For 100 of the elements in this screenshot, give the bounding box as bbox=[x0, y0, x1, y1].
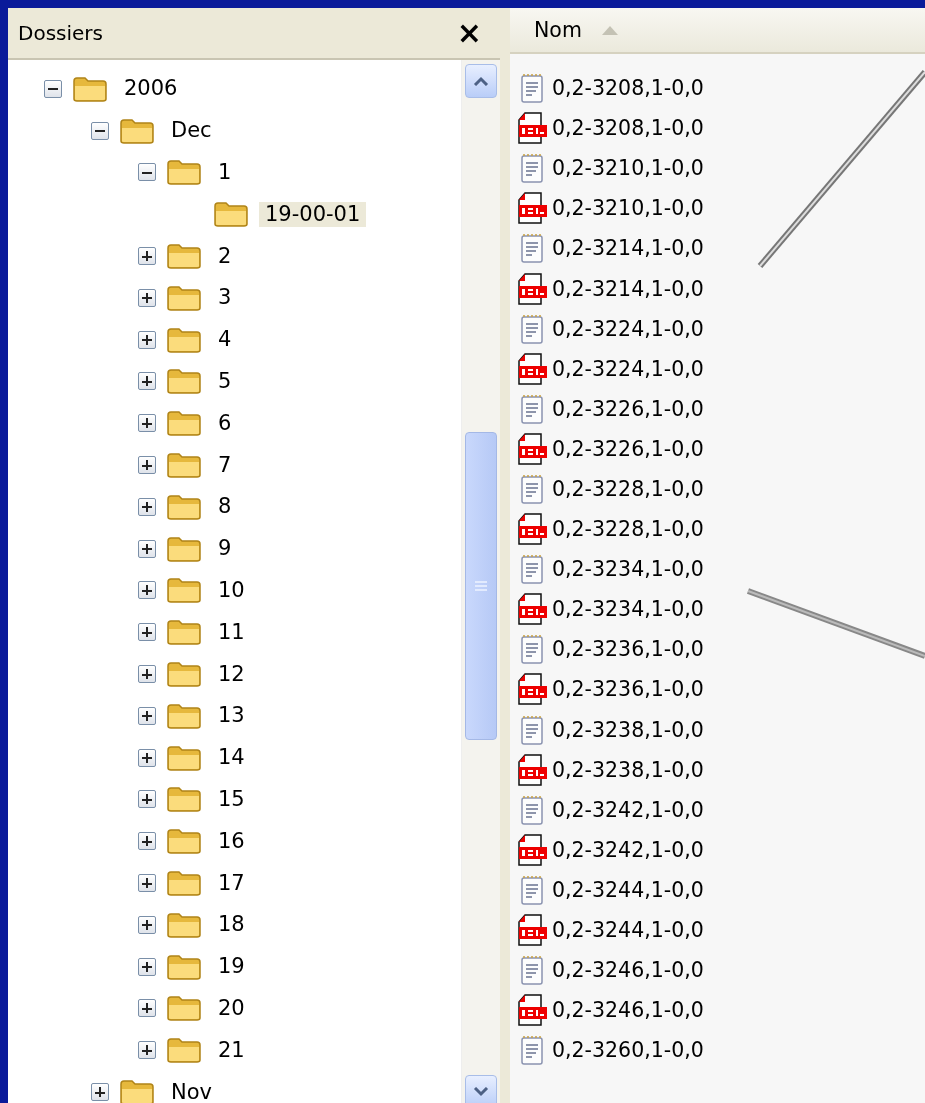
expand-icon[interactable] bbox=[138, 1041, 156, 1060]
folder-item[interactable]: 19 bbox=[212, 954, 251, 980]
folder-item[interactable]: 2006 bbox=[118, 76, 184, 102]
folder-item[interactable]: 7 bbox=[212, 452, 238, 478]
pane-title: Dossiers bbox=[18, 21, 103, 45]
file-name[interactable]: 0,2-3242,1-0,0 bbox=[548, 837, 704, 862]
folder-icon bbox=[166, 952, 202, 981]
file-name[interactable]: 0,2-3228,1-0,0 bbox=[548, 517, 704, 542]
folder-item[interactable]: 9 bbox=[212, 536, 238, 562]
xml-file-icon bbox=[517, 673, 547, 706]
file-name[interactable]: 0,2-3210,1-0,0 bbox=[548, 196, 704, 221]
scroll-thumb[interactable] bbox=[465, 432, 497, 740]
file-name[interactable]: 0,2-3208,1-0,0 bbox=[548, 116, 704, 141]
xml-file-icon bbox=[517, 833, 547, 866]
folder-icon bbox=[119, 1078, 155, 1103]
text-file-icon bbox=[520, 955, 544, 986]
folder-icon bbox=[166, 325, 202, 354]
file-name[interactable]: 0,2-3214,1-0,0 bbox=[548, 276, 704, 301]
text-file-icon bbox=[520, 794, 544, 825]
expand-icon[interactable] bbox=[138, 372, 156, 391]
file-name[interactable]: 0,2-3226,1-0,0 bbox=[548, 436, 704, 461]
folder-icon bbox=[166, 158, 202, 187]
file-name[interactable]: 0,2-3238,1-0,0 bbox=[548, 717, 704, 742]
expand-icon[interactable] bbox=[91, 1083, 109, 1101]
expand-icon[interactable] bbox=[138, 247, 156, 266]
expand-icon[interactable] bbox=[138, 957, 156, 976]
expand-icon[interactable] bbox=[138, 456, 156, 475]
expand-icon[interactable] bbox=[138, 665, 156, 684]
xml-file-icon bbox=[517, 753, 547, 786]
expand-icon[interactable] bbox=[138, 706, 156, 725]
folder-item[interactable]: 8 bbox=[212, 494, 238, 520]
file-name[interactable]: 0,2-3246,1-0,0 bbox=[548, 958, 704, 983]
file-name[interactable]: 0,2-3244,1-0,0 bbox=[548, 918, 704, 942]
expand-icon[interactable] bbox=[138, 832, 156, 851]
file-name[interactable]: 0,2-3236,1-0,0 bbox=[548, 677, 704, 702]
scroll-down-button[interactable] bbox=[465, 1074, 497, 1103]
expand-icon[interactable] bbox=[138, 497, 156, 516]
file-name[interactable]: 0,2-3260,1-0,0 bbox=[548, 1038, 704, 1063]
folder-item[interactable]: 18 bbox=[212, 912, 251, 938]
folder-item[interactable]: 3 bbox=[212, 285, 238, 311]
expand-icon[interactable] bbox=[138, 999, 156, 1018]
xml-file-icon bbox=[517, 112, 547, 145]
file-name[interactable]: 0,2-3242,1-0,0 bbox=[548, 797, 704, 822]
file-name[interactable]: 0,2-3228,1-0,0 bbox=[548, 477, 704, 501]
file-name[interactable]: 0,2-3236,1-0,0 bbox=[548, 637, 704, 662]
text-file-icon bbox=[520, 634, 544, 665]
expand-icon[interactable] bbox=[138, 288, 156, 307]
folder-icon bbox=[72, 74, 108, 103]
xml-file-icon bbox=[517, 994, 547, 1027]
file-name[interactable]: 0,2-3214,1-0,0 bbox=[548, 236, 704, 261]
file-name[interactable]: 0,2-3208,1-0,0 bbox=[548, 76, 704, 101]
folder-item[interactable]: 14 bbox=[212, 745, 251, 771]
expand-icon[interactable] bbox=[138, 915, 156, 934]
collapse-icon[interactable] bbox=[44, 79, 62, 98]
folder-item[interactable]: 13 bbox=[212, 703, 251, 729]
xml-file-icon bbox=[517, 192, 547, 225]
folder-item[interactable]: Nov bbox=[165, 1079, 218, 1103]
folder-icon bbox=[166, 451, 202, 480]
expand-icon[interactable] bbox=[138, 539, 156, 558]
folder-item[interactable]: 1 bbox=[212, 160, 238, 185]
expand-icon[interactable] bbox=[138, 623, 156, 642]
file-name[interactable]: 0,2-3234,1-0,0 bbox=[548, 557, 704, 582]
expand-icon[interactable] bbox=[138, 330, 156, 349]
file-name[interactable]: 0,2-3226,1-0,0 bbox=[548, 396, 704, 421]
expand-icon[interactable] bbox=[138, 414, 156, 433]
folder-item[interactable]: 21 bbox=[212, 1037, 251, 1063]
file-name[interactable]: 0,2-3234,1-0,0 bbox=[548, 597, 704, 622]
expand-icon[interactable] bbox=[138, 874, 156, 893]
folder-item[interactable]: 11 bbox=[212, 619, 251, 645]
file-name[interactable]: 0,2-3246,1-0,0 bbox=[548, 998, 704, 1023]
scroll-up-button[interactable] bbox=[465, 64, 497, 98]
folder-item[interactable]: 12 bbox=[212, 661, 251, 687]
folder-item[interactable]: 17 bbox=[212, 870, 251, 896]
close-button[interactable]: × bbox=[452, 18, 486, 48]
folder-item[interactable]: 16 bbox=[212, 828, 251, 854]
file-name[interactable]: 0,2-3224,1-0,0 bbox=[548, 316, 704, 341]
folder-item[interactable]: 2 bbox=[212, 243, 238, 269]
folder-item[interactable]: 15 bbox=[212, 786, 251, 812]
expand-icon[interactable] bbox=[138, 581, 156, 600]
folder-icon bbox=[166, 367, 202, 396]
file-name[interactable]: 0,2-3244,1-0,0 bbox=[548, 877, 704, 902]
file-name[interactable]: 0,2-3238,1-0,0 bbox=[548, 757, 704, 782]
folder-icon bbox=[166, 701, 202, 730]
folder-item[interactable]: 5 bbox=[212, 368, 238, 394]
folder-item[interactable]: 4 bbox=[212, 327, 238, 353]
folder-item[interactable]: 19-00-01 bbox=[259, 201, 367, 227]
folder-item[interactable]: 20 bbox=[212, 995, 251, 1021]
expand-icon[interactable] bbox=[138, 748, 156, 767]
file-name[interactable]: 0,2-3224,1-0,0 bbox=[548, 356, 704, 381]
folder-item[interactable]: 10 bbox=[212, 577, 251, 603]
folder-icon bbox=[166, 660, 202, 689]
collapse-icon[interactable] bbox=[138, 163, 156, 182]
folder-item[interactable]: Dec bbox=[165, 118, 218, 144]
collapse-icon[interactable] bbox=[91, 121, 109, 140]
folder-item[interactable]: 6 bbox=[212, 410, 238, 436]
folder-icon bbox=[166, 743, 202, 772]
text-file-icon bbox=[520, 554, 544, 585]
file-name[interactable]: 0,2-3210,1-0,0 bbox=[548, 156, 704, 181]
expand-icon[interactable] bbox=[138, 790, 156, 809]
scrollbar[interactable] bbox=[461, 60, 500, 1103]
